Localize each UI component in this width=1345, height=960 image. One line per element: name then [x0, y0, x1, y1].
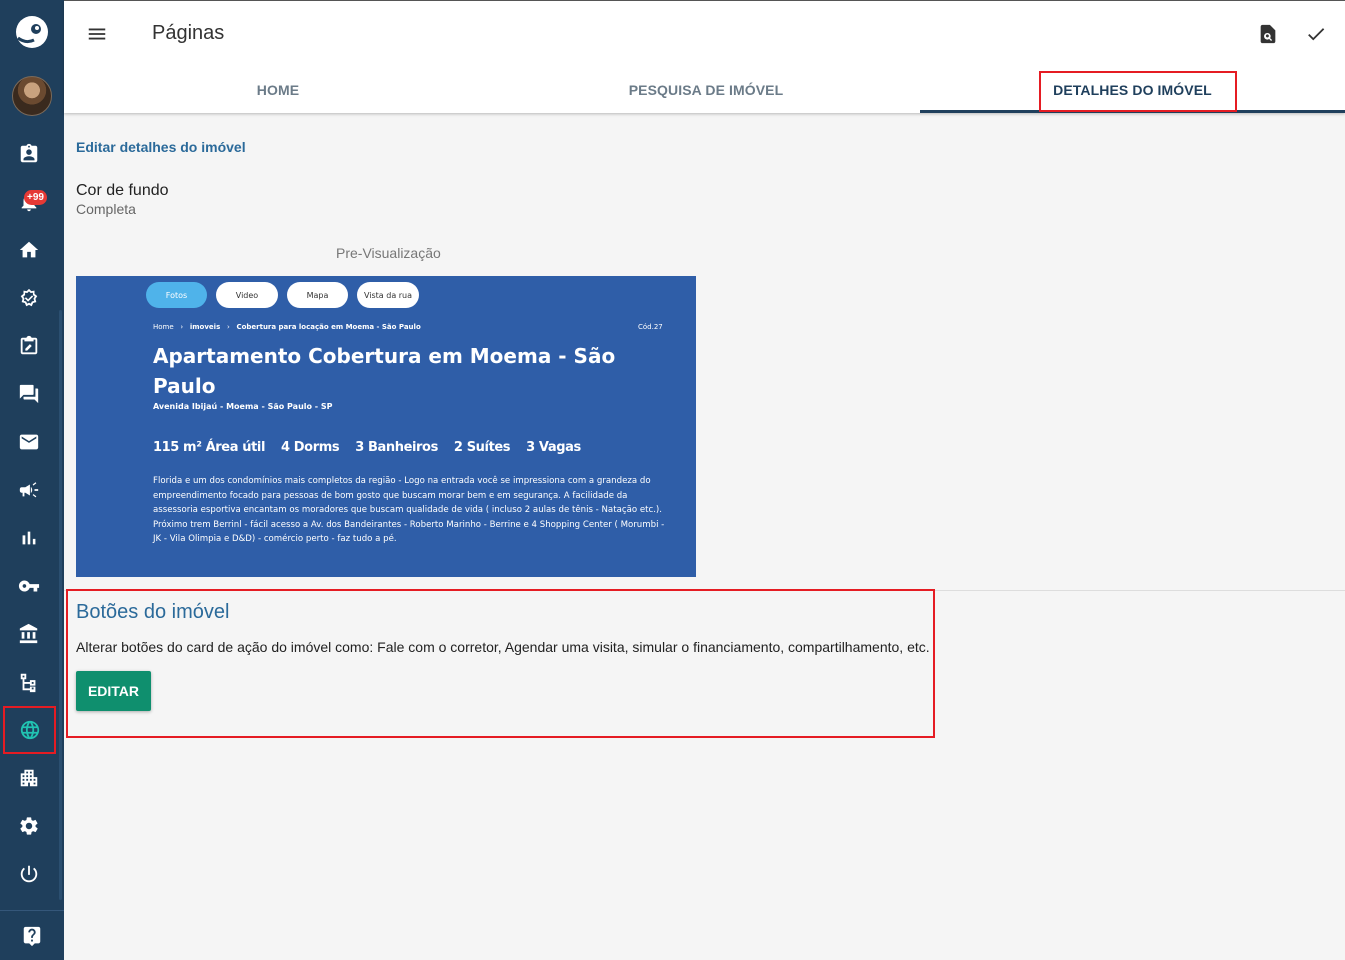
- page-title: Páginas: [152, 22, 225, 44]
- buttons-section-title: Botões do imóvel: [76, 601, 230, 623]
- background-color-label[interactable]: Cor de fundo: [76, 182, 169, 200]
- pill-mapa: Mapa: [287, 282, 348, 308]
- mail-icon[interactable]: [0, 418, 58, 466]
- tab-home[interactable]: HOME: [64, 67, 492, 113]
- key-icon[interactable]: [0, 562, 58, 610]
- breadcrumb-home: Home: [153, 323, 174, 331]
- breadcrumb-separator: ›: [180, 323, 184, 331]
- property-address: Avenida Ibijaú - Moema - São Paulo - SP: [153, 402, 333, 411]
- app-logo[interactable]: [14, 14, 50, 50]
- property-code: Cód.27: [638, 323, 663, 331]
- preview-search-icon[interactable]: [1255, 21, 1281, 47]
- edit-button[interactable]: EDITAR: [76, 671, 151, 711]
- section-title: Editar detalhes do imóvel: [76, 139, 246, 155]
- sidebar-scrollbar[interactable]: [59, 310, 62, 900]
- property-preview: Fotos Video Mapa Vista da rua Home › imo…: [76, 276, 696, 577]
- avatar[interactable]: [12, 76, 52, 116]
- menu-icon[interactable]: [84, 21, 110, 47]
- property-features: 115 m² Área útil 4 Dorms 3 Banheiros 2 S…: [153, 440, 581, 455]
- help-icon[interactable]: [0, 910, 64, 960]
- feature-banheiros: 3 Banheiros: [355, 440, 438, 455]
- sidebar: +99: [0, 0, 64, 960]
- check-icon[interactable]: [1303, 21, 1329, 47]
- pill-video: Video: [216, 282, 278, 308]
- buttons-section-description: Alterar botões do card de ação do imóvel…: [76, 639, 930, 655]
- main-content: Editar detalhes do imóvel Cor de fundo C…: [64, 113, 1345, 960]
- breadcrumb-current: Cobertura para locação em Moema - São Pa…: [236, 323, 421, 331]
- bank-icon[interactable]: [0, 610, 58, 658]
- tab-bar: HOME PESQUISA DE IMÓVEL DETALHES DO IMÓV…: [64, 67, 1345, 113]
- feature-vagas: 3 Vagas: [526, 440, 581, 455]
- buildings-icon[interactable]: [0, 754, 58, 802]
- power-icon[interactable]: [0, 850, 58, 898]
- property-description: Florida e um dos condomínios mais comple…: [153, 476, 665, 544]
- settings-icon[interactable]: [0, 802, 58, 850]
- pill-vista-da-rua: Vista da rua: [357, 282, 419, 308]
- preview-label: Pre-Visualização: [336, 245, 441, 261]
- bar-chart-icon[interactable]: [0, 514, 58, 562]
- tab-pesquisa-de-imovel[interactable]: PESQUISA DE IMÓVEL: [492, 67, 920, 113]
- feature-dorms: 4 Dorms: [281, 440, 340, 455]
- background-color-value[interactable]: Completa: [76, 201, 136, 217]
- chat-icon[interactable]: [0, 370, 58, 418]
- edit-note-icon[interactable]: [0, 322, 58, 370]
- breadcrumb-separator: ›: [226, 323, 230, 331]
- feature-area: 115 m² Área útil: [153, 440, 265, 455]
- notification-badge: +99: [24, 190, 47, 205]
- home-icon[interactable]: [0, 226, 58, 274]
- breadcrumb: Home › imoveis › Cobertura para locação …: [153, 323, 421, 331]
- property-title: Apartamento Cobertura em Moema - São Pau…: [153, 344, 616, 398]
- pill-fotos: Fotos: [146, 282, 207, 308]
- contacts-icon[interactable]: [0, 130, 58, 178]
- hierarchy-icon[interactable]: [0, 658, 58, 706]
- campaign-icon[interactable]: [0, 466, 58, 514]
- verified-icon[interactable]: [0, 274, 58, 322]
- tab-highlight-box: [1039, 71, 1237, 112]
- feature-suites: 2 Suítes: [453, 440, 511, 455]
- globe-icon[interactable]: [3, 706, 56, 754]
- top-bar: Páginas HOME PESQUISA DE IMÓVEL DETALHES…: [64, 0, 1345, 113]
- breadcrumb-imoveis: imoveis: [189, 323, 221, 331]
